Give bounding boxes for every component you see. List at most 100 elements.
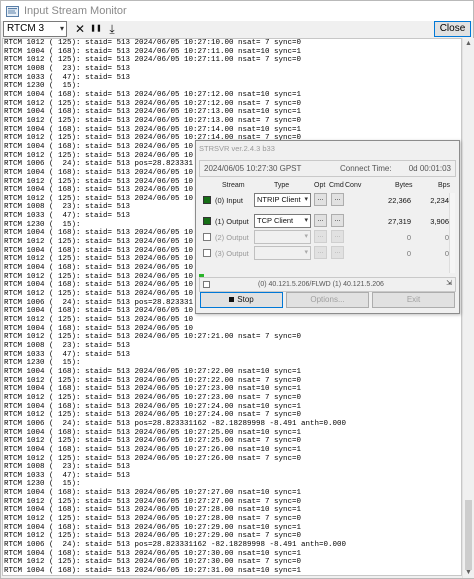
output-1-type-select[interactable]: TCP Client ▾	[254, 214, 311, 228]
log-line: RTCM 1004 ( 168): staid= 513 2024/06/05 …	[4, 47, 302, 56]
log-line: RTCM 1004 ( 168): staid= 513 2024/06/05 …	[4, 367, 302, 376]
input-0-type-value: NTRIP Client	[257, 195, 301, 204]
input-0-type-select[interactable]: NTRIP Client ▾	[254, 193, 311, 207]
log-line: RTCM 1230 ( 15):	[4, 480, 81, 489]
log-line: RTCM 1012 ( 125): staid= 513 2024/06/05 …	[4, 454, 302, 463]
header-type: Type	[274, 182, 290, 189]
log-line: RTCM 1012 ( 125): staid= 513 2024/06/05 …	[4, 316, 194, 324]
log-line: RTCM 1033 ( 47): staid= 513	[4, 350, 131, 359]
stream-path-text: (0) 40.121.5.206/FLWD (1) 40.121.5.206	[258, 281, 384, 288]
log-line: RTCM 1004 ( 168): staid= 513 2024/06/05 …	[4, 523, 302, 532]
strsvr-title: STRSVR ver.2.4.3 b33	[199, 144, 275, 153]
log-line: RTCM 1006 ( 24): staid= 513 pos=28.82333…	[4, 419, 347, 428]
output-3-checkbox[interactable]	[203, 249, 211, 257]
log-line: RTCM 1004 ( 168): staid= 513 2024/06/05 …	[4, 549, 302, 558]
log-line: RTCM 1012 ( 125): staid= 513 2024/06/05 …	[4, 56, 302, 65]
input-0-bytes: 22,366	[388, 196, 411, 205]
output-2-label: (2) Output	[215, 233, 249, 242]
chevron-down-icon: ▾	[304, 233, 308, 240]
log-line: RTCM 1004 ( 168): staid= 513 2024/06/05 …	[4, 402, 302, 411]
log-line: RTCM 1012 ( 125): staid= 513 2024/06/05 …	[4, 532, 302, 541]
output-1-label: (1) Output	[215, 217, 249, 226]
scroll-thumb[interactable]	[465, 500, 472, 570]
strsvr-dialog: STRSVR ver.2.4.3 b33 2024/06/05 10:27:30…	[195, 140, 460, 314]
header-stream: Stream	[222, 182, 245, 189]
log-line: RTCM 1004 ( 168): staid= 513 2024/06/05 …	[4, 324, 194, 333]
log-line: RTCM 1230 ( 15):	[4, 359, 81, 368]
input-0-opt-button[interactable]: ...	[314, 193, 327, 206]
log-line: RTCM 1012 ( 125): staid= 513 2024/06/05 …	[4, 411, 302, 420]
header-bps: Bps	[438, 182, 451, 189]
input-0-cmd-button[interactable]: ...	[331, 193, 344, 206]
output-1-cmd-button[interactable]: ...	[331, 214, 344, 227]
log-line: RTCM 1004 ( 168): staid= 513 2024/06/05 …	[4, 506, 302, 515]
stream-list-scrollbar[interactable]	[449, 193, 455, 273]
output-1-opt-button[interactable]: ...	[314, 214, 327, 227]
app-icon	[6, 5, 19, 17]
window-title: Input Stream Monitor	[24, 5, 127, 17]
log-line: RTCM 1012 ( 125): staid= 513 2024/06/05 …	[4, 497, 302, 506]
clear-icon[interactable]: ✕	[73, 21, 87, 37]
log-line: RTCM 1012 ( 125): staid= 513 2024/06/05 …	[4, 333, 302, 342]
log-line: RTCM 1004 ( 168): staid= 513 2024/06/05 …	[4, 385, 302, 394]
log-line: RTCM 1012 ( 125): staid= 513 2024/06/05 …	[4, 376, 302, 385]
stop-button[interactable]: Stop	[200, 292, 283, 308]
log-line: RTCM 1004 ( 168): staid= 513 2024/06/05 …	[4, 125, 302, 134]
input-0-status-icon	[203, 196, 211, 204]
chevron-down-icon: ▾	[304, 249, 308, 256]
pause-icon[interactable]: ❚❚	[89, 21, 103, 37]
input-0-label: (0) Input	[215, 196, 243, 205]
header-conv: Conv	[345, 182, 362, 189]
close-button[interactable]: Close	[434, 21, 471, 37]
chevron-down-icon: ▾	[304, 217, 308, 224]
log-line: RTCM 1004 ( 168): staid= 513 2024/06/05 …	[4, 90, 302, 99]
log-line: RTCM 1012 ( 125): staid= 513 2024/06/05 …	[4, 99, 302, 108]
expand-icon[interactable]: ⇲	[446, 279, 452, 287]
log-line: RTCM 1004 ( 168): staid= 513 2024/06/05 …	[4, 108, 302, 117]
output-2-cmd-button[interactable]: ...	[331, 230, 344, 243]
log-line: RTCM 1012 ( 125): staid= 513 2024/06/05 …	[4, 437, 302, 446]
log-line: RTCM 1012 ( 125): staid= 513 2024/06/05 …	[4, 393, 302, 402]
log-line: RTCM 1008 ( 23): staid= 513	[4, 64, 131, 73]
chevron-down-icon: ▾	[59, 24, 64, 33]
stop-label: Stop	[237, 295, 254, 304]
log-line: RTCM 1004 ( 168): staid= 513 2024/06/05 …	[4, 428, 302, 437]
scroll-up-icon[interactable]: ▲	[465, 40, 472, 47]
output-2-bytes: 0	[406, 233, 411, 242]
output-2-opt-button[interactable]: ...	[314, 230, 327, 243]
output-3-type-select[interactable]: ▾	[254, 246, 311, 260]
output-1-type-value: TCP Client	[257, 216, 294, 225]
log-scrollbar[interactable]: ▲ ▼	[462, 38, 474, 578]
connect-time-value: 0d 00:01:03	[408, 164, 451, 173]
output-2-checkbox[interactable]	[203, 233, 211, 241]
log-line: RTCM 1012 ( 125): staid= 513 2024/06/05 …	[4, 558, 302, 567]
output-3-bytes: 0	[406, 249, 411, 258]
log-line: RTCM 1033 ( 47): staid= 513	[4, 471, 131, 480]
output-1-bps: 3,906	[430, 217, 449, 226]
log-line: RTCM 1008 ( 23): staid= 513	[4, 463, 131, 472]
download-icon[interactable]: ⤓	[105, 21, 119, 37]
exit-button[interactable]: Exit	[372, 292, 455, 308]
output-3-label: (3) Output	[215, 249, 249, 258]
trace-checkbox[interactable]	[203, 281, 210, 288]
scroll-down-icon[interactable]: ▼	[465, 569, 472, 576]
output-2-type-select[interactable]: ▾	[254, 230, 311, 244]
log-line: RTCM 1230 ( 15):	[4, 82, 81, 91]
log-line: RTCM 1012 ( 125): staid= 513 2024/06/05 …	[4, 515, 302, 524]
log-line: RTCM 1004 ( 168): staid= 513 2024/06/05 …	[4, 489, 302, 498]
output-3-cmd-button[interactable]: ...	[331, 246, 344, 259]
log-line: RTCM 1006 ( 24): staid= 513 pos=28.82333…	[4, 541, 347, 550]
log-line: RTCM 1012 ( 125): staid= 513 2024/06/05 …	[4, 39, 302, 47]
header-bytes: Bytes	[395, 182, 413, 189]
stream-type-select[interactable]: RTCM 3 ▾	[3, 21, 67, 37]
output-1-status-icon	[203, 217, 211, 225]
options-button[interactable]: Options...	[286, 292, 369, 308]
output-3-opt-button[interactable]: ...	[314, 246, 327, 259]
log-line: RTCM 1004 ( 168): staid= 513 2024/06/05 …	[4, 445, 302, 454]
log-line: RTCM 1008 ( 23): staid= 513	[4, 341, 131, 350]
header-cmd: Cmd	[329, 182, 344, 189]
connect-time-label: Connect Time:	[340, 164, 392, 173]
log-line: RTCM 1012 ( 125): staid= 513 2024/06/05 …	[4, 116, 302, 125]
title-bar: Input Stream Monitor	[1, 1, 473, 21]
log-line: RTCM 1004 ( 168): staid= 513 2024/06/05 …	[4, 567, 302, 576]
